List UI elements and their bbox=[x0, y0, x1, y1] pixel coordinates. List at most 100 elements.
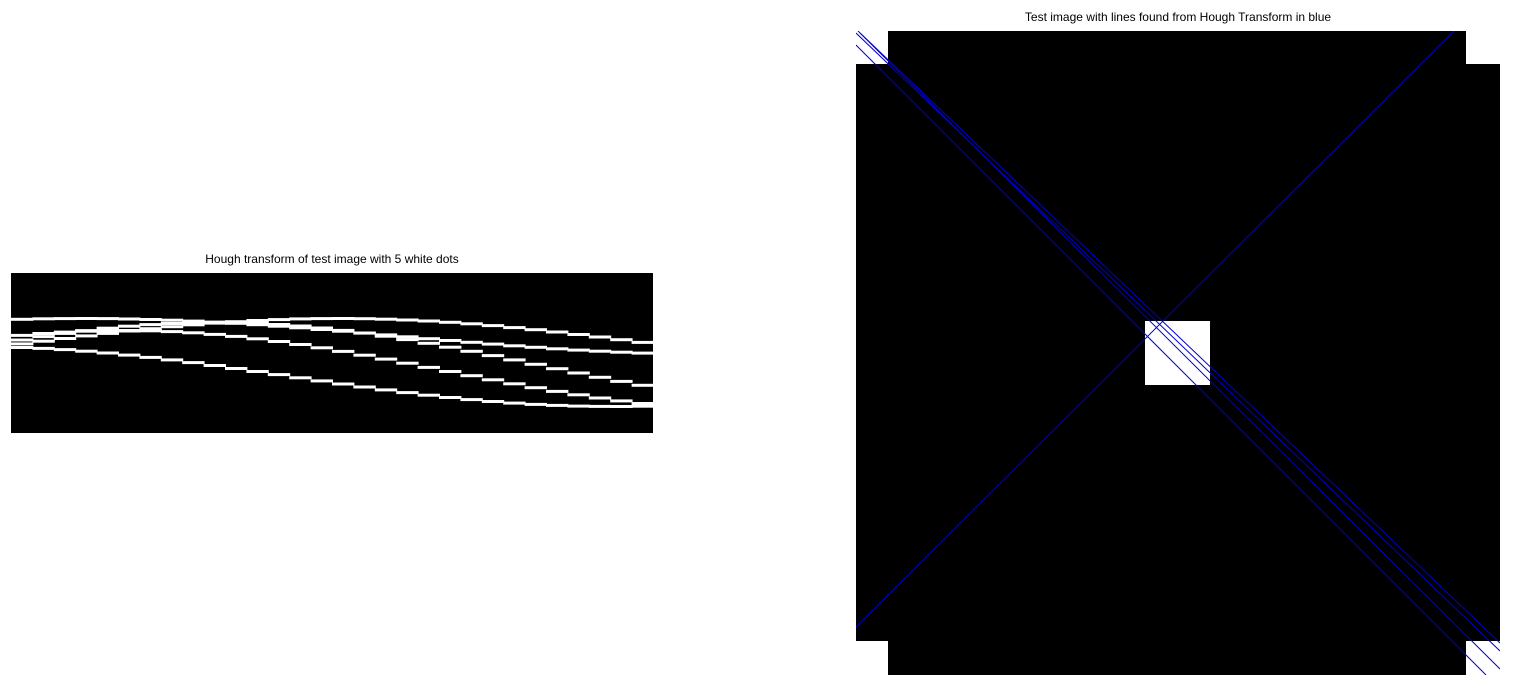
hough-curve-3-segment bbox=[460, 374, 483, 378]
hough-curve-5-segment bbox=[588, 335, 612, 339]
hough-curve-5-segment bbox=[160, 325, 184, 329]
hough-curve-1-segment bbox=[139, 318, 162, 321]
hough-curve-4-segment bbox=[11, 346, 34, 349]
white-square bbox=[1145, 321, 1210, 385]
hough-curve-1-segment bbox=[160, 318, 184, 322]
hough-curve-4-segment bbox=[353, 385, 376, 389]
hough-curve-3-segment bbox=[267, 340, 291, 343]
hough-curve-5-segment bbox=[53, 337, 77, 340]
hough-curve-1-segment bbox=[417, 337, 440, 341]
hough-curve-2-segment bbox=[481, 354, 505, 358]
hough-curve-4-segment bbox=[546, 403, 569, 407]
hough-curve-1-segment bbox=[11, 317, 34, 321]
hough-curve-3-segment bbox=[588, 396, 612, 400]
hough-curve-5-segment bbox=[610, 338, 633, 342]
hough-curve-2-segment bbox=[118, 324, 141, 328]
hough-curve-5-segment bbox=[353, 317, 376, 321]
hough-curve-5-segment bbox=[182, 323, 205, 327]
hough-curve-4-segment bbox=[53, 348, 77, 352]
hough-curve-4-segment bbox=[567, 404, 590, 408]
hough-curve-5-segment bbox=[567, 333, 590, 336]
hough-curve-1-segment bbox=[546, 347, 569, 351]
hough-curve-4-segment bbox=[396, 391, 419, 395]
hough-curve-5-segment bbox=[11, 342, 34, 346]
hough-curve-2-segment bbox=[11, 338, 34, 342]
hough-curve-1-segment bbox=[396, 335, 419, 339]
hough-curve-3-segment bbox=[610, 399, 633, 403]
hough-curve-3-segment bbox=[567, 393, 590, 397]
hough-curve-3-segment bbox=[11, 333, 34, 337]
hough-curve-1-segment bbox=[631, 351, 653, 355]
hough-curve-1-segment bbox=[567, 348, 590, 352]
hough-curve-2-segment bbox=[374, 334, 398, 338]
hough-curve-1-segment bbox=[524, 345, 547, 349]
hough-curve-3-segment bbox=[289, 343, 312, 346]
hough-curve-1-segment bbox=[118, 317, 141, 321]
hough-curve-4-segment bbox=[481, 400, 505, 403]
hough-curve-1-segment bbox=[32, 317, 55, 321]
hough-curve-4-segment bbox=[139, 355, 162, 359]
hough-curve-3-segment bbox=[225, 334, 248, 338]
hough-curve-3-segment bbox=[332, 349, 355, 353]
hough-transform-title: Hough transform of test image with 5 whi… bbox=[205, 252, 459, 266]
hough-curve-2-segment bbox=[546, 367, 569, 371]
hough-curve-2-segment bbox=[267, 323, 291, 326]
hough-curve-3-segment bbox=[32, 332, 55, 335]
hough-curve-4-segment bbox=[417, 393, 440, 397]
hough-curve-4-segment bbox=[118, 353, 141, 357]
hough-curve-2-segment bbox=[396, 338, 419, 342]
hough-curve-2-segment bbox=[567, 371, 590, 375]
hough-curve-4-segment bbox=[32, 346, 55, 350]
test-image-with-lines bbox=[856, 31, 1500, 675]
hough-curve-5-segment bbox=[225, 320, 248, 324]
hough-curve-5-segment bbox=[246, 319, 269, 322]
hough-curve-5-segment bbox=[481, 324, 505, 328]
hough-curve-1-segment bbox=[610, 350, 633, 354]
hough-curve-5-segment bbox=[546, 330, 569, 334]
hough-curve-3-segment bbox=[439, 370, 462, 373]
hough-curve-4-segment bbox=[332, 382, 355, 386]
hough-curve-4-segment bbox=[460, 398, 483, 402]
hough-curve-4-segment bbox=[631, 404, 653, 408]
hough-curve-3-segment bbox=[396, 361, 419, 365]
hough-curve-1-segment bbox=[53, 317, 77, 321]
hough-curve-5-segment bbox=[503, 326, 526, 330]
hough-curve-4-segment bbox=[610, 405, 633, 408]
hough-curve-3-segment bbox=[481, 378, 505, 382]
hough-curve-4-segment bbox=[439, 396, 462, 399]
hough-curve-2-segment bbox=[246, 321, 269, 325]
hough-curve-2-segment bbox=[32, 335, 55, 339]
hough-transform-image bbox=[11, 273, 653, 433]
hough-curve-5-segment bbox=[524, 328, 547, 332]
test-image-title: Test image with lines found from Hough T… bbox=[1024, 10, 1332, 24]
hough-curve-2-segment bbox=[310, 326, 333, 330]
hough-curve-5-segment bbox=[96, 331, 119, 335]
hough-curve-2-segment bbox=[139, 323, 162, 327]
hough-curve-2-segment bbox=[631, 383, 653, 387]
hough-curve-3-segment bbox=[503, 382, 526, 386]
hough-curve-4-segment bbox=[160, 358, 184, 362]
hough-curve-2-segment bbox=[460, 349, 483, 353]
hough-curve-3-segment bbox=[75, 329, 98, 333]
hough-curve-2-segment bbox=[439, 345, 462, 349]
hough-curve-5-segment bbox=[310, 317, 333, 321]
hough-curve-4-segment bbox=[310, 379, 333, 383]
hough-curve-1-segment bbox=[75, 317, 98, 320]
hough-curve-3-segment bbox=[160, 330, 184, 334]
hough-curve-1-segment bbox=[96, 317, 119, 321]
hough-curve-2-segment bbox=[160, 322, 184, 325]
hough-curve-4-segment bbox=[267, 373, 291, 377]
hough-curve-1-segment bbox=[588, 349, 612, 353]
hough-curve-2-segment bbox=[610, 379, 633, 383]
hough-curve-5-segment bbox=[118, 329, 141, 333]
hough-curve-5-segment bbox=[460, 322, 483, 326]
hough-curve-1-segment bbox=[460, 340, 483, 344]
hough-curve-5-segment bbox=[139, 327, 162, 331]
hough-curve-3-segment bbox=[546, 389, 569, 393]
hough-curve-3-segment bbox=[246, 337, 269, 341]
hough-curve-4-segment bbox=[75, 349, 98, 353]
hough-curve-4-segment bbox=[503, 401, 526, 405]
hough-curve-5-segment bbox=[289, 317, 312, 321]
hough-curve-3-segment bbox=[524, 386, 547, 390]
hough-curve-3-segment bbox=[203, 332, 226, 336]
